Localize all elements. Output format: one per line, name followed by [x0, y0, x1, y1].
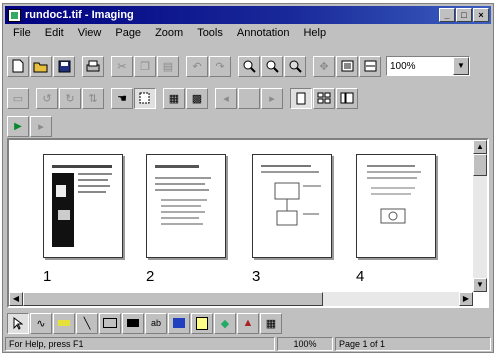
one-page-view-icon[interactable]	[290, 87, 312, 109]
drag-icon[interactable]: ✥	[313, 55, 335, 77]
page-label-4: 4	[356, 268, 365, 285]
highlighter-icon[interactable]	[53, 312, 75, 334]
undo-icon[interactable]: ↶	[186, 55, 208, 77]
new-icon[interactable]	[7, 55, 29, 77]
menu-annotation[interactable]: Annotation	[231, 26, 296, 42]
zoom-combo[interactable]: 100% ▼	[386, 56, 470, 76]
rubber-stamp-icon[interactable]: ◆	[214, 312, 236, 334]
title-bar[interactable]: rundoc1.tif - Imaging _ □ ×	[5, 6, 491, 24]
menu-tools[interactable]: Tools	[191, 26, 229, 42]
rotate-left-icon[interactable]: ↺	[36, 87, 58, 109]
scroll-up-icon[interactable]: ▲	[473, 140, 487, 154]
play-icon[interactable]: ▶	[7, 115, 29, 137]
vertical-scrollbar[interactable]: ▲ ▼	[473, 140, 487, 292]
text-from-file-icon[interactable]	[191, 312, 213, 334]
horizontal-scrollbar[interactable]: ◀ ▶	[9, 292, 473, 306]
flip-icon[interactable]: ⇅	[82, 87, 104, 109]
minimize-button[interactable]: _	[439, 8, 455, 22]
annotation-toolbar: ∿ ╲ ab ◆ ▲ ▦	[7, 311, 283, 335]
previous-page-icon[interactable]: ◂	[215, 87, 237, 109]
status-zoom: 100%	[277, 337, 333, 351]
stamp-icon[interactable]: ▲	[237, 312, 259, 334]
menu-page[interactable]: Page	[109, 26, 147, 42]
menu-view[interactable]: View	[72, 26, 108, 42]
page-and-thumbnails-view-icon[interactable]	[336, 87, 358, 109]
zoom-value: 100%	[390, 60, 416, 72]
status-bar: For Help, press F1 100% Page 1 of 1	[5, 337, 491, 351]
page-thumbnail-2[interactable]	[146, 154, 226, 258]
fit-to-width-icon[interactable]	[359, 55, 381, 77]
freehand-line-icon[interactable]: ∿	[30, 312, 52, 334]
attach-a-note-icon[interactable]	[168, 312, 190, 334]
stop-icon[interactable]: ▸	[30, 115, 52, 137]
zoom-in-icon[interactable]	[238, 55, 260, 77]
chevron-down-icon[interactable]: ▼	[453, 57, 469, 75]
status-help-text: For Help, press F1	[5, 337, 275, 351]
thumbnail-view-icon[interactable]	[313, 87, 335, 109]
menu-help[interactable]: Help	[297, 26, 332, 42]
thumbnail-properties-icon[interactable]: ▩	[186, 87, 208, 109]
page-thumbnail-3[interactable]	[252, 154, 332, 258]
page-thumbnail-4[interactable]	[356, 154, 436, 258]
hand-tool-icon[interactable]: ☚	[111, 87, 133, 109]
page-label-2: 2	[146, 268, 155, 285]
straight-line-icon[interactable]: ╲	[76, 312, 98, 334]
copy-icon[interactable]: ❐	[134, 55, 156, 77]
page-thumbnail-1[interactable]	[43, 154, 123, 258]
vertical-scroll-thumb[interactable]	[473, 154, 487, 176]
print-icon[interactable]	[82, 55, 104, 77]
menu-bar: File Edit View Page Zoom Tools Annotatio…	[7, 26, 332, 42]
rotate-right-icon[interactable]: ↻	[59, 87, 81, 109]
page-properties-icon[interactable]: ▦	[163, 87, 185, 109]
close-button[interactable]: ×	[473, 8, 489, 22]
page-label-3: 3	[252, 268, 261, 285]
best-fit-icon[interactable]	[336, 55, 358, 77]
imaging-toolbar: ▭ ↺ ↻ ⇅ ☚ ▦ ▩ ◂ ▸	[7, 86, 359, 110]
open-icon[interactable]	[30, 55, 52, 77]
window-title: rundoc1.tif - Imaging	[25, 9, 134, 21]
page-label-1: 1	[43, 268, 52, 285]
cut-icon[interactable]: ✂	[111, 55, 133, 77]
paste-icon[interactable]: ▤	[157, 55, 179, 77]
imaging-app-icon[interactable]	[8, 8, 21, 22]
select-tool-icon[interactable]	[134, 87, 156, 109]
zoom-out-icon[interactable]	[261, 55, 283, 77]
status-page: Page 1 of 1	[335, 337, 491, 351]
zoom-to-selection-icon[interactable]	[284, 55, 306, 77]
filled-rectangle-icon[interactable]	[122, 312, 144, 334]
save-icon[interactable]	[53, 55, 75, 77]
redo-icon[interactable]: ↷	[209, 55, 231, 77]
page-number-field-icon[interactable]	[238, 87, 260, 109]
next-page-icon[interactable]: ▸	[261, 87, 283, 109]
scroll-right-icon[interactable]: ▶	[459, 292, 473, 306]
menu-file[interactable]: File	[7, 26, 37, 42]
scanning-toolbar: ▶ ▸	[7, 114, 53, 138]
hide-annotations-icon[interactable]: ▦	[260, 312, 282, 334]
text-icon[interactable]: ab	[145, 312, 167, 334]
hollow-rectangle-icon[interactable]	[99, 312, 121, 334]
menu-edit[interactable]: Edit	[39, 26, 70, 42]
scan-icon[interactable]: ▭	[7, 87, 29, 109]
scroll-down-icon[interactable]: ▼	[473, 278, 487, 292]
standard-toolbar: ✂ ❐ ▤ ↶ ↷ ✥ 100% ▼	[7, 54, 470, 78]
horizontal-scroll-thumb[interactable]	[23, 292, 323, 306]
maximize-button[interactable]: □	[456, 8, 472, 22]
imaging-window: rundoc1.tif - Imaging _ □ × File Edit Vi…	[2, 3, 494, 353]
thumbnail-viewer[interactable]: 1 2 3 4 ▲ ▼ ◀ ▶	[7, 138, 489, 308]
annotation-select-icon[interactable]	[7, 312, 29, 334]
menu-zoom[interactable]: Zoom	[149, 26, 189, 42]
scroll-left-icon[interactable]: ◀	[9, 292, 23, 306]
